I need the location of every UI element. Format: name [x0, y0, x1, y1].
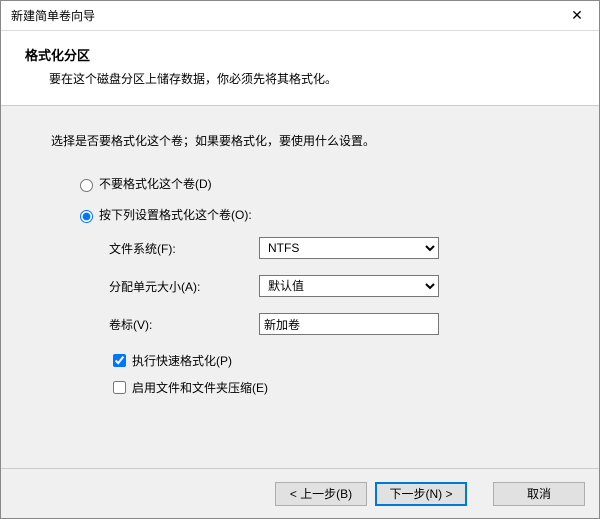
- check-compression-input[interactable]: [113, 381, 126, 394]
- label-volume: 卷标(V):: [109, 316, 259, 333]
- close-icon: ✕: [571, 7, 583, 24]
- page-title: 格式化分区: [25, 45, 575, 64]
- row-volume-label: 卷标(V):: [109, 313, 559, 335]
- wizard-content: 选择是否要格式化这个卷；如果要格式化，要使用什么设置。 不要格式化这个卷(D) …: [1, 106, 599, 468]
- wizard-window: 新建简单卷向导 ✕ 格式化分区 要在这个磁盘分区上储存数据，你必须先将其格式化。…: [0, 0, 600, 519]
- wizard-footer: < 上一步(B) 下一步(N) > 取消: [1, 468, 599, 518]
- back-button[interactable]: < 上一步(B): [275, 482, 367, 506]
- select-allocation[interactable]: 默认值: [259, 275, 439, 297]
- radio-no-format-input[interactable]: [80, 179, 93, 192]
- close-button[interactable]: ✕: [555, 1, 599, 31]
- radio-format-with[interactable]: 按下列设置格式化这个卷(O):: [75, 206, 559, 223]
- label-allocation: 分配单元大小(A):: [109, 278, 259, 295]
- check-quick-format-label: 执行快速格式化(P): [132, 352, 232, 369]
- check-quick-format[interactable]: 执行快速格式化(P): [109, 351, 559, 370]
- check-quick-format-input[interactable]: [113, 354, 126, 367]
- radio-format-with-input[interactable]: [80, 210, 93, 223]
- window-title: 新建简单卷向导: [11, 7, 95, 24]
- row-allocation: 分配单元大小(A): 默认值: [109, 275, 559, 297]
- radio-no-format[interactable]: 不要格式化这个卷(D): [75, 175, 559, 192]
- input-volume-label[interactable]: [259, 313, 439, 335]
- row-filesystem: 文件系统(F): NTFS: [109, 237, 559, 259]
- next-button[interactable]: 下一步(N) >: [375, 482, 467, 506]
- check-compression-label: 启用文件和文件夹压缩(E): [132, 379, 268, 396]
- wizard-header: 格式化分区 要在这个磁盘分区上储存数据，你必须先将其格式化。: [1, 31, 599, 106]
- format-settings: 文件系统(F): NTFS 分配单元大小(A): 默认值 卷标(V): 执行快速…: [109, 237, 559, 397]
- titlebar: 新建简单卷向导 ✕: [1, 1, 599, 31]
- radio-no-format-label: 不要格式化这个卷(D): [99, 175, 212, 192]
- select-filesystem[interactable]: NTFS: [259, 237, 439, 259]
- label-filesystem: 文件系统(F):: [109, 240, 259, 257]
- check-compression[interactable]: 启用文件和文件夹压缩(E): [109, 378, 559, 397]
- instruction-text: 选择是否要格式化这个卷；如果要格式化，要使用什么设置。: [51, 132, 559, 149]
- page-subtitle: 要在这个磁盘分区上储存数据，你必须先将其格式化。: [49, 70, 575, 87]
- radio-format-with-label: 按下列设置格式化这个卷(O):: [99, 206, 252, 223]
- cancel-button[interactable]: 取消: [493, 482, 585, 506]
